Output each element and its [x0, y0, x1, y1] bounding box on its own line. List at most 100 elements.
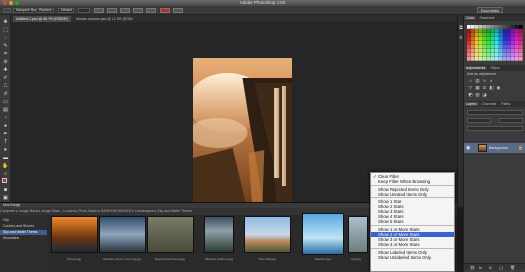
swatch[interactable] — [503, 49, 507, 53]
swatch[interactable] — [511, 33, 515, 37]
swatch[interactable] — [519, 37, 523, 41]
hand-tool-icon[interactable]: ✋ — [2, 163, 9, 169]
swatch[interactable] — [483, 29, 487, 33]
swatch[interactable] — [487, 25, 491, 29]
swatch[interactable] — [499, 57, 503, 61]
swatch[interactable] — [499, 49, 503, 53]
swatch[interactable] — [519, 53, 523, 57]
swatch[interactable] — [503, 29, 507, 33]
tool-option-toggle-6[interactable] — [173, 8, 183, 13]
swatch[interactable] — [487, 37, 491, 41]
clone-stamp-tool-icon[interactable]: ⎍ — [2, 83, 9, 89]
swatch[interactable] — [507, 57, 511, 61]
tab-layers[interactable]: Layers — [464, 102, 479, 106]
swatch[interactable] — [507, 41, 511, 45]
swatch[interactable] — [467, 53, 471, 57]
new-layer-icon[interactable]: ❏ — [499, 264, 503, 271]
swatch[interactable] — [515, 33, 519, 37]
layer-filter-dropdown[interactable] — [467, 110, 523, 115]
filter-menu-item[interactable]: Show Unrated Items Only — [371, 192, 454, 197]
swatch[interactable] — [471, 37, 475, 41]
swatch[interactable] — [467, 41, 471, 45]
swatch[interactable] — [479, 45, 483, 49]
swatch[interactable] — [479, 57, 483, 61]
swatch[interactable] — [479, 37, 483, 41]
swatch[interactable] — [519, 45, 523, 49]
path-select-tool-icon[interactable]: ➤ — [2, 147, 9, 153]
swatch[interactable] — [471, 33, 475, 37]
tab-styles[interactable]: Styles — [488, 66, 502, 70]
swatch[interactable] — [495, 33, 499, 37]
swatch[interactable] — [511, 25, 515, 29]
swatch[interactable] — [495, 41, 499, 45]
swatch[interactable] — [487, 33, 491, 37]
swatch[interactable] — [471, 41, 475, 45]
swatch[interactable] — [491, 37, 495, 41]
swatch[interactable] — [519, 49, 523, 53]
swatch[interactable] — [491, 49, 495, 53]
swatch[interactable] — [475, 53, 479, 57]
swatch[interactable] — [515, 41, 519, 45]
swatch[interactable] — [483, 45, 487, 49]
tool-option-toggle-1[interactable] — [94, 8, 104, 13]
swatch[interactable] — [511, 45, 515, 49]
swatch[interactable] — [515, 25, 519, 29]
thumbnail[interactable] — [147, 216, 194, 253]
foreground-color-chip[interactable] — [160, 8, 170, 13]
marquee-tool-icon[interactable]: ⬚ — [2, 27, 9, 33]
screen-mode-icon[interactable]: ▣ — [2, 195, 9, 201]
thumbnail[interactable] — [348, 216, 368, 253]
exposure-icon[interactable]: ◐ — [489, 78, 494, 83]
tool-option-toggle-5[interactable] — [146, 8, 156, 13]
swatch[interactable] — [479, 25, 483, 29]
thumbnail[interactable] — [204, 216, 234, 253]
tolerance-dropdown[interactable]: Replace — [36, 8, 54, 13]
swatch[interactable] — [507, 45, 511, 49]
swatches-grid[interactable] — [467, 23, 523, 63]
thumbnail[interactable] — [99, 216, 146, 253]
swatch[interactable] — [491, 57, 495, 61]
swatch[interactable] — [475, 49, 479, 53]
swatch[interactable] — [491, 45, 495, 49]
swatch[interactable] — [503, 33, 507, 37]
swatch[interactable] — [479, 41, 483, 45]
tool-preset-picker[interactable] — [3, 8, 11, 13]
sidebar-item-sky-water[interactable]: Sky and Water Thems — [0, 230, 47, 235]
swatch[interactable] — [467, 33, 471, 37]
swatch[interactable] — [487, 49, 491, 53]
swatch[interactable] — [471, 25, 475, 29]
vibrance-icon[interactable]: ▽ — [468, 85, 473, 90]
gradient-tool-icon[interactable]: ▤ — [2, 107, 9, 113]
swatch[interactable] — [471, 53, 475, 57]
thumbnail[interactable] — [302, 213, 344, 255]
swatch[interactable] — [515, 53, 519, 57]
swatch[interactable] — [515, 57, 519, 61]
swatch[interactable] — [519, 25, 523, 29]
swatch[interactable] — [503, 57, 507, 61]
swatch[interactable] — [475, 37, 479, 41]
swatch[interactable] — [495, 53, 499, 57]
history-brush-tool-icon[interactable]: ↺ — [2, 91, 9, 97]
swatch[interactable] — [519, 33, 523, 37]
swatch[interactable] — [507, 53, 511, 57]
swatch[interactable] — [495, 49, 499, 53]
swatch[interactable] — [511, 37, 515, 41]
swatch[interactable] — [491, 41, 495, 45]
brush-tool-icon[interactable]: ✐ — [2, 75, 9, 81]
swatch[interactable] — [503, 53, 507, 57]
swatch[interactable] — [511, 49, 515, 53]
swatch[interactable] — [495, 25, 499, 29]
eyedropper-tool-icon[interactable]: ⊘ — [2, 59, 9, 65]
swatch[interactable] — [503, 25, 507, 29]
move-tool-icon[interactable]: ✥ — [2, 19, 9, 25]
workspace-switcher[interactable]: Essentials — [476, 7, 503, 13]
swatch[interactable] — [471, 45, 475, 49]
swatch[interactable] — [483, 41, 487, 45]
sidebar-item-mountains[interactable]: Mountains — [0, 236, 47, 241]
swatch[interactable] — [483, 49, 487, 53]
hue-saturation-icon[interactable]: ▦ — [475, 85, 480, 90]
swatch[interactable] — [467, 57, 471, 61]
blend-mode-dropdown[interactable] — [467, 118, 491, 123]
swatch[interactable] — [515, 49, 519, 53]
threshold-icon[interactable]: ◪ — [482, 92, 487, 97]
